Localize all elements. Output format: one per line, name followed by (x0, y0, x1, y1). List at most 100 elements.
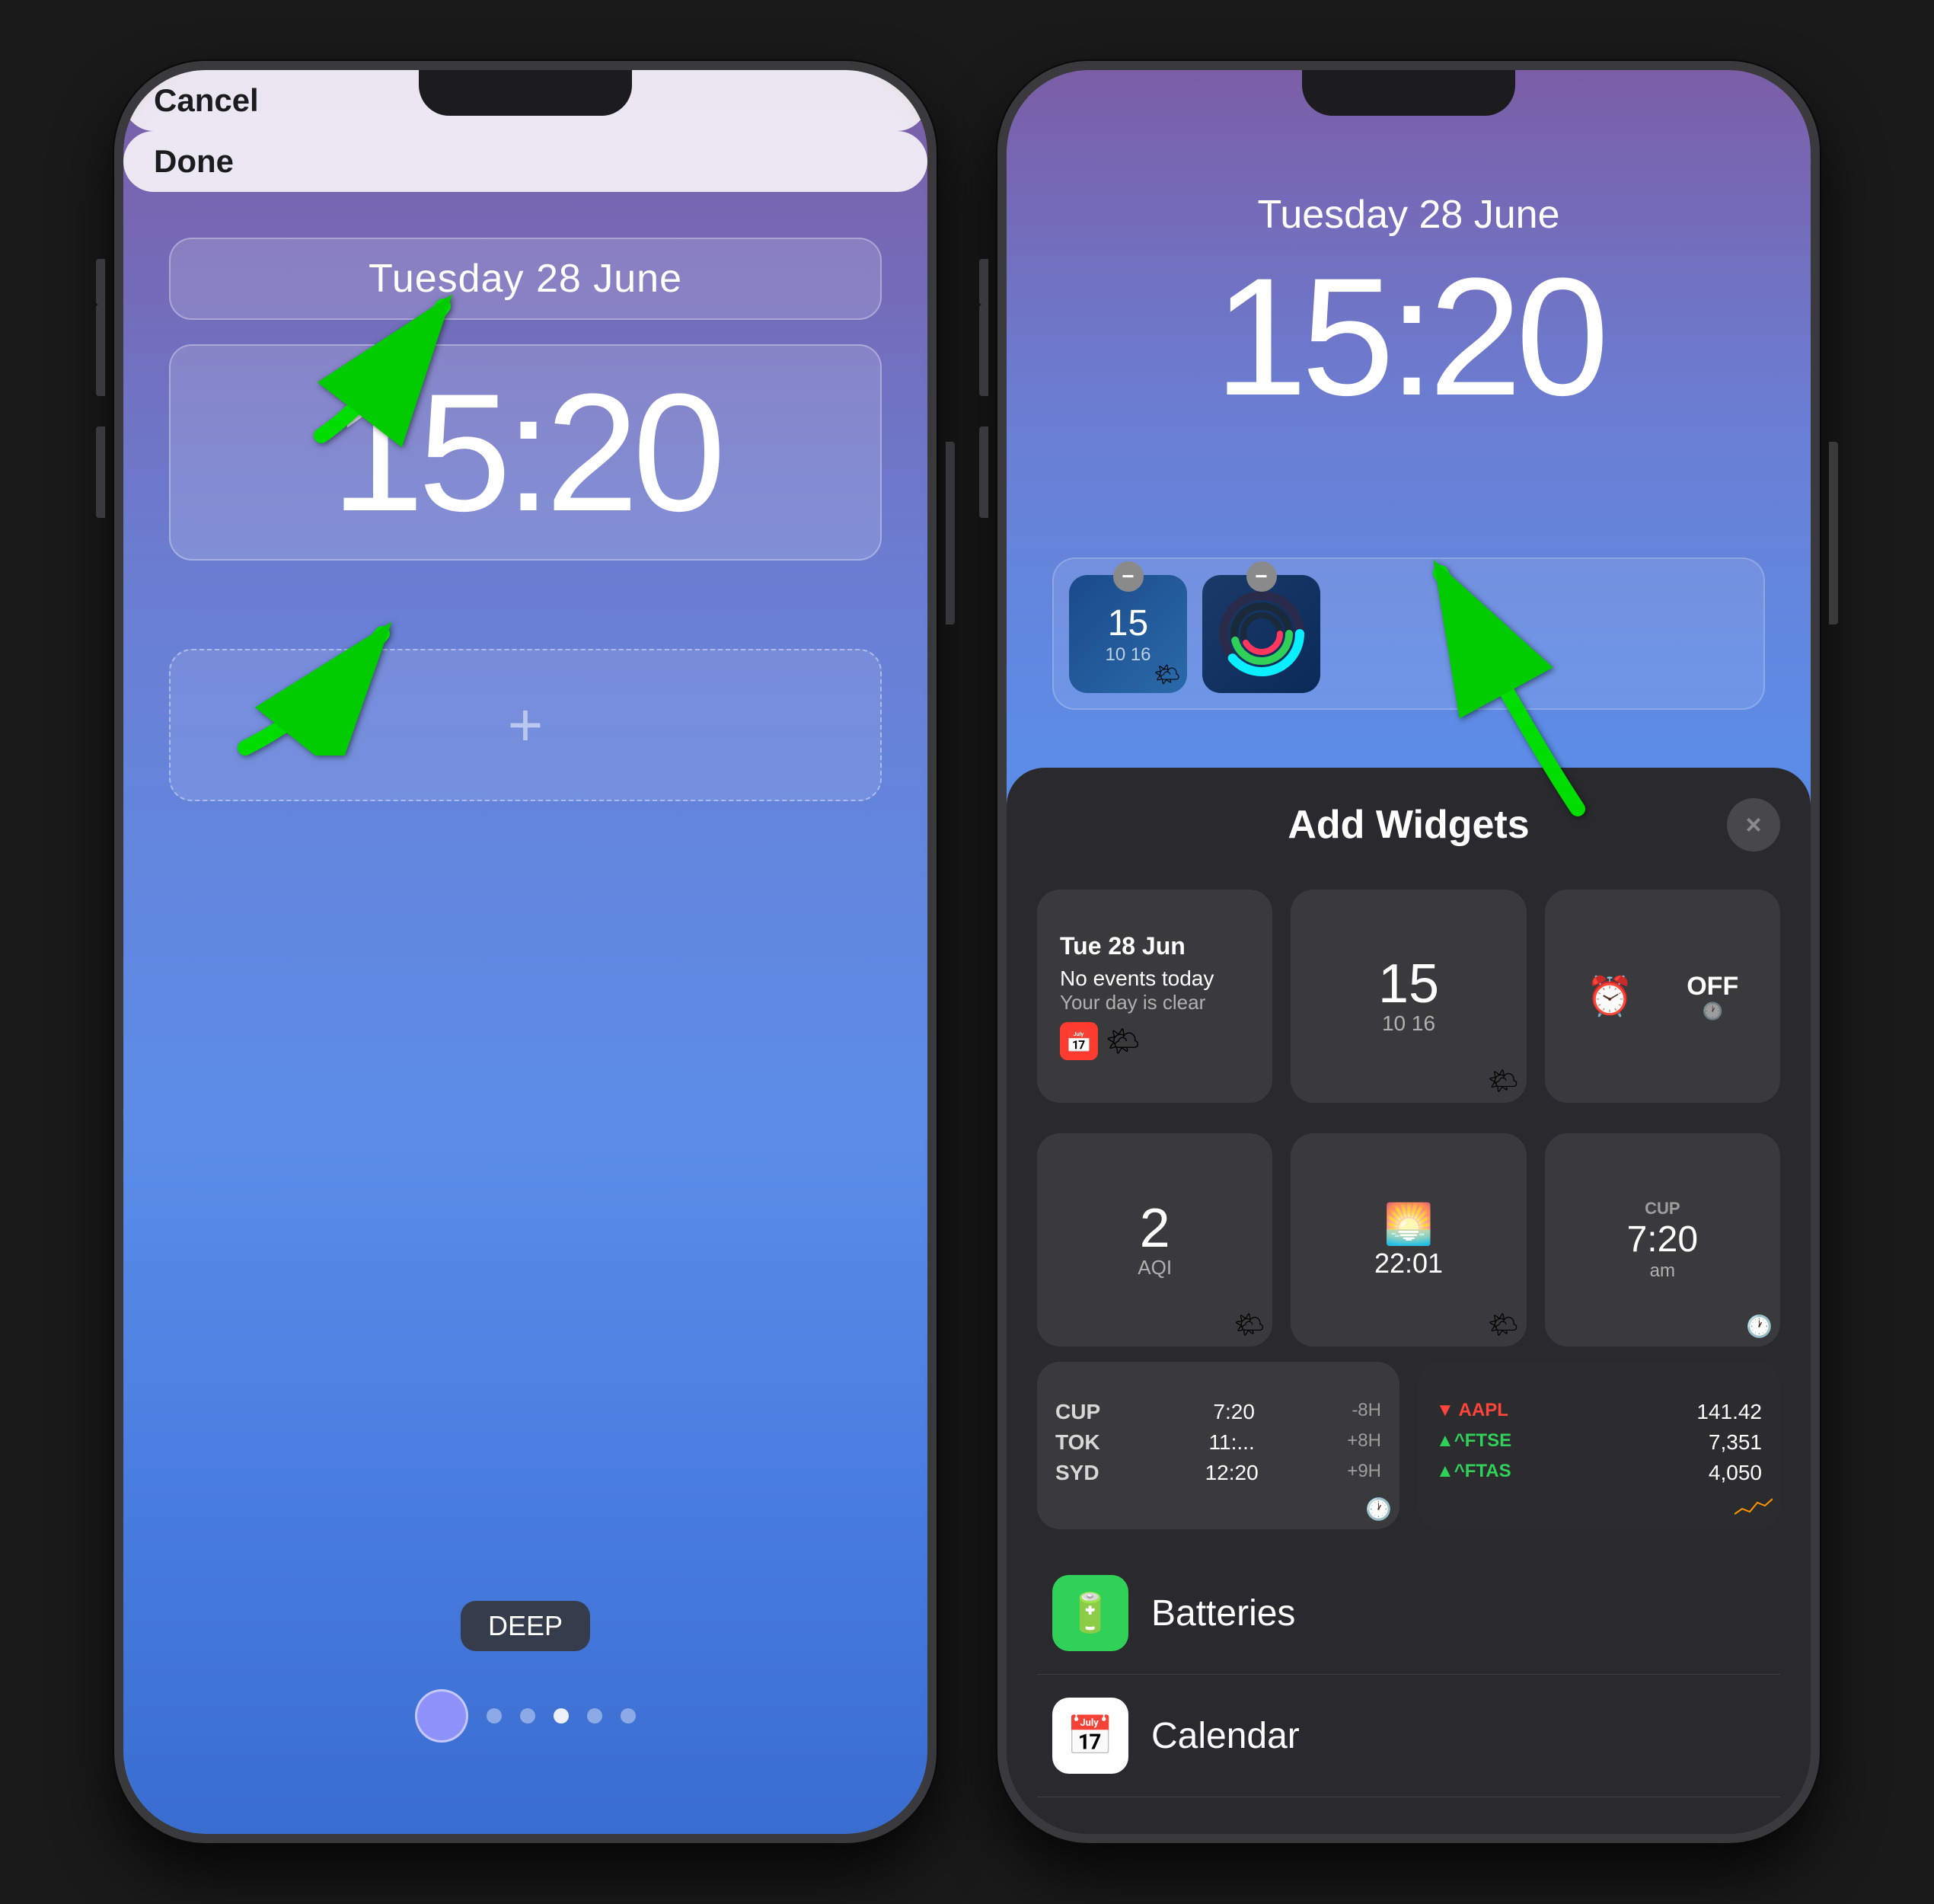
cup-time: 7:20 (1627, 1219, 1698, 1260)
phone-1: Cancel Done Tuesday 28 June 15:20 + (114, 61, 937, 1843)
phone-2-date: Tuesday 28 June (1007, 192, 1811, 238)
cup-clock-icon: 🕐 (1746, 1314, 1773, 1339)
done-button[interactable]: Done (123, 131, 927, 192)
arrow-to-widget (1349, 512, 1623, 816)
page-dot-current (554, 1708, 569, 1724)
power-button[interactable] (946, 442, 955, 625)
cal-no-events-label: No events today (1060, 966, 1214, 991)
page-indicator (415, 1689, 636, 1743)
plus-icon: + (508, 690, 544, 760)
remove-activity-button[interactable]: − (1246, 561, 1277, 592)
cup-clock-widget-option[interactable]: CUP 7:20 am 🕐 (1545, 1133, 1780, 1347)
stock-row-ftas: ▲^FTAS 4,050 (1436, 1461, 1762, 1485)
mini-clock-sub: 10 16 (1105, 644, 1151, 666)
stock-ftas-val: 4,050 (1709, 1461, 1762, 1485)
arrow-to-date (291, 283, 489, 451)
alarm-icon: ⏰ (1586, 974, 1633, 1019)
stock-row-aapl: ▼ AAPL 141.42 (1436, 1400, 1762, 1424)
aqi-weather-icon: 🌤 (1234, 1310, 1265, 1339)
page-dot-4 (621, 1708, 636, 1724)
alarm-off-label: OFF (1687, 972, 1738, 1002)
silent-switch[interactable] (96, 259, 105, 305)
alarm-widget-option[interactable]: ⏰ OFF 🕐 (1545, 890, 1780, 1103)
page-dot-active (415, 1689, 468, 1743)
phone-2-screen: Tuesday 28 June 15:20 − 15 10 16 🌤 − (1007, 70, 1811, 1834)
wc-row-cup: CUP 7:20 -8H (1055, 1400, 1381, 1424)
phone-2-frame: Tuesday 28 June 15:20 − 15 10 16 🌤 − (997, 61, 1820, 1843)
calendar-label: Calendar (1151, 1715, 1300, 1757)
wc-city-cup: CUP (1055, 1400, 1116, 1424)
wc-city-tok: TOK (1055, 1430, 1116, 1455)
phone2-silent-switch[interactable] (979, 259, 988, 305)
phone-1-notch (419, 70, 632, 116)
phone2-power-button[interactable] (1829, 442, 1838, 625)
close-panel-button[interactable]: × (1727, 798, 1780, 851)
page-dot-2 (520, 1708, 535, 1724)
volume-up-button[interactable] (96, 305, 105, 396)
stock-ftse-name: ▲^FTSE (1436, 1430, 1511, 1455)
stock-aapl-val: 141.42 (1696, 1400, 1762, 1424)
add-widgets-panel: Add Widgets × Tue 28 Jun No events today… (1007, 768, 1811, 1834)
phone2-volume-up[interactable] (979, 305, 988, 396)
sundial-weather-icon: 🌤 (1488, 1310, 1519, 1339)
phone-2-notch (1302, 70, 1515, 116)
weather-badge-icon: 🌤 (1154, 662, 1181, 687)
wc-time-syd: 12:20 (1205, 1461, 1259, 1485)
mini-clock-number: 15 (1108, 602, 1148, 644)
clock-weather-icon: 🌤 (1488, 1066, 1519, 1095)
sundial-time: 22:01 (1374, 1248, 1443, 1279)
wc-row-tok: TOK 11:... +8H (1055, 1430, 1381, 1455)
time-widget[interactable]: 15:20 (169, 344, 882, 561)
widget-grid-row2: 2 AQI 🌤 🌅 22:01 🌤 CUP 7:20 am (1037, 1133, 1780, 1347)
page-dot-1 (487, 1708, 502, 1724)
cup-label: CUP (1645, 1199, 1680, 1219)
calendar-section-icon: 📅 (1052, 1698, 1128, 1774)
stock-ftse-val: 7,351 (1709, 1430, 1762, 1455)
clock-widget-number: 15 (1378, 957, 1439, 1011)
phone-1-background (123, 70, 927, 1834)
batteries-section-item[interactable]: 🔋 Batteries (1037, 1552, 1780, 1675)
wc-offset-syd: +9H (1347, 1461, 1381, 1485)
cup-period: am (1650, 1260, 1675, 1282)
wc-clock-icon: 🕐 (1365, 1497, 1392, 1522)
clock-widget-sub: 10 16 (1382, 1011, 1435, 1036)
aqi-label: AQI (1138, 1256, 1172, 1279)
row3-grid: CUP 7:20 -8H TOK 11:... +8H SYD 12:20 (1037, 1362, 1780, 1529)
aqi-widget-option[interactable]: 2 AQI 🌤 (1037, 1133, 1272, 1347)
activity-rings-icon (1216, 588, 1307, 679)
cal-icon-row: 📅 🌤 (1060, 1022, 1141, 1060)
stocks-widget-option[interactable]: ▼ AAPL 141.42 ▲^FTSE 7,351 ▲^FTAS 4,050 (1418, 1362, 1780, 1529)
aqi-number: 2 (1140, 1201, 1170, 1256)
widget-grid-row1: Tue 28 Jun No events today Your day is c… (1037, 890, 1780, 1103)
phone-2: Tuesday 28 June 15:20 − 15 10 16 🌤 − (997, 61, 1820, 1843)
wc-time-cup: 7:20 (1213, 1400, 1255, 1424)
wc-city-syd: SYD (1055, 1461, 1116, 1485)
calendar-widget-option[interactable]: Tue 28 Jun No events today Your day is c… (1037, 890, 1272, 1103)
wallpaper-label: DEEP (461, 1601, 590, 1651)
batteries-label: Batteries (1151, 1593, 1295, 1634)
volume-down-button[interactable] (96, 426, 105, 518)
stock-ftas-name: ▲^FTAS (1436, 1461, 1511, 1485)
stock-aapl-name: ▼ AAPL (1436, 1400, 1508, 1424)
wc-time-tok: 11:... (1209, 1430, 1255, 1455)
mini-activity-widget[interactable]: − (1202, 575, 1320, 693)
clock-widget-option[interactable]: 15 10 16 🌤 (1291, 890, 1526, 1103)
wc-row-syd: SYD 12:20 +9H (1055, 1461, 1381, 1485)
phone-1-frame: Cancel Done Tuesday 28 June 15:20 + (114, 61, 937, 1843)
page-dot-3 (587, 1708, 602, 1724)
alarm-text-group: OFF 🕐 (1687, 972, 1738, 1021)
arrow-to-add-widget (199, 588, 413, 756)
sundial-widget-option[interactable]: 🌅 22:01 🌤 (1291, 1133, 1526, 1347)
phone2-volume-down[interactable] (979, 426, 988, 518)
calendar-section-item[interactable]: 📅 Calendar (1037, 1675, 1780, 1797)
remove-clock-button[interactable]: − (1113, 561, 1144, 592)
phone-2-time: 15:20 (1007, 253, 1811, 420)
stocks-chart-icon (1735, 1495, 1773, 1522)
wc-offset-cup: -8H (1352, 1400, 1381, 1424)
world-clock-widget-option[interactable]: CUP 7:20 -8H TOK 11:... +8H SYD 12:20 (1037, 1362, 1399, 1529)
date-widget[interactable]: Tuesday 28 June (169, 238, 882, 320)
batteries-icon: 🔋 (1052, 1575, 1128, 1651)
sundial-icon: 🌅 (1384, 1201, 1434, 1248)
mini-clock-widget[interactable]: − 15 10 16 🌤 (1069, 575, 1187, 693)
wc-offset-tok: +8H (1347, 1430, 1381, 1455)
